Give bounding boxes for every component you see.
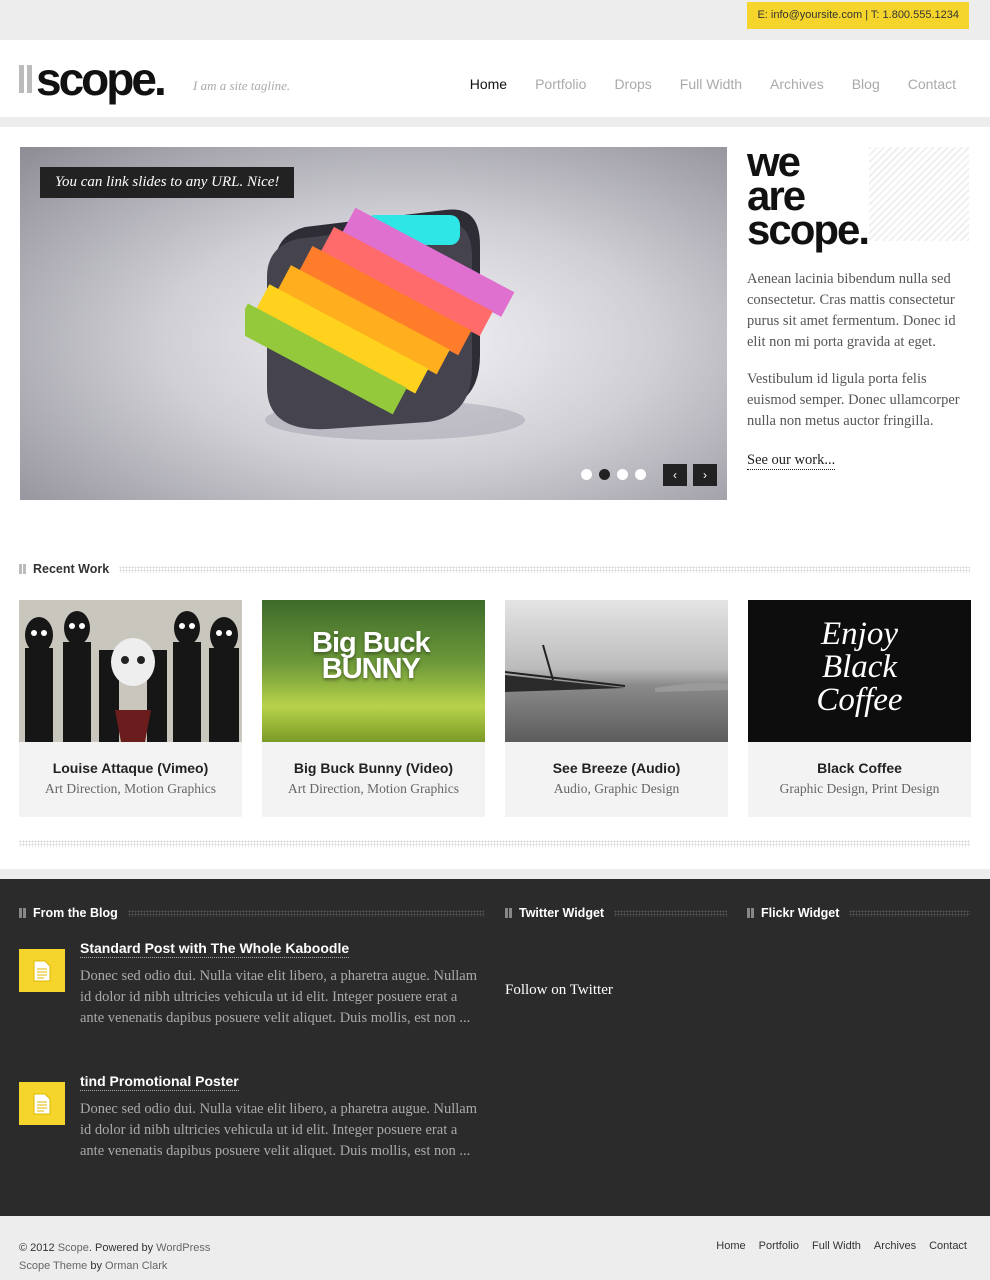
thumbnail-script-text: Enjoy Black Coffee xyxy=(816,616,903,718)
work-title: See Breeze (Audio) xyxy=(552,760,681,776)
theme-name: Scope Theme xyxy=(19,1260,88,1272)
widget-area: From the Blog Twitter Widget Flickr Widg… xyxy=(0,879,990,1216)
site-header: scope. I am a site tagline. Home Portfol… xyxy=(0,40,990,117)
nav-full-width[interactable]: Full Width xyxy=(680,76,742,92)
work-thumbnail xyxy=(19,600,242,742)
pier-illustration xyxy=(505,644,728,692)
dotted-divider xyxy=(119,565,970,573)
footer-nav: Home Portfolio Full Width Archives Conta… xyxy=(703,1240,967,1252)
footer-nav-full-width[interactable]: Full Width xyxy=(812,1240,861,1252)
heading-bars-icon xyxy=(505,908,512,918)
site-tagline: I am a site tagline. xyxy=(193,78,291,93)
footer-nav-contact[interactable]: Contact xyxy=(929,1240,967,1252)
twitter-widget-heading: Twitter Widget xyxy=(505,906,727,920)
work-title: Big Buck Bunny (Video) xyxy=(293,760,454,776)
slider-dot-active[interactable] xyxy=(599,469,610,480)
follow-on-twitter-link[interactable]: Follow on Twitter xyxy=(505,982,613,999)
dotted-divider xyxy=(127,909,484,917)
footer-nav-archives[interactable]: Archives xyxy=(874,1240,916,1252)
slider-next-button[interactable]: › xyxy=(693,464,717,486)
nav-portfolio[interactable]: Portfolio xyxy=(535,76,586,92)
site-link[interactable]: Scope xyxy=(58,1242,89,1254)
blog-widget-heading: From the Blog xyxy=(19,906,484,920)
dotted-divider xyxy=(849,909,970,917)
blog-post: tind Promotional Poster Donec sed odio d… xyxy=(19,1073,484,1162)
work-item[interactable]: Enjoy Black Coffee Black Coffee Graphic … xyxy=(748,600,971,817)
intro-title: we are scope. xyxy=(747,138,870,253)
site-footer: © 2012 Scope. Powered by WordPress Scope… xyxy=(0,1216,990,1280)
work-item[interactable]: See Breeze (Audio) Audio, Graphic Design xyxy=(505,600,728,817)
nav-archives[interactable]: Archives xyxy=(770,76,824,92)
work-title: Black Coffee xyxy=(817,760,902,776)
main-nav: Home Portfolio Drops Full Width Archives… xyxy=(442,76,956,92)
nav-home[interactable]: Home xyxy=(470,76,507,92)
flickr-widget-heading: Flickr Widget xyxy=(747,906,970,920)
blog-widget-title: From the Blog xyxy=(33,906,118,920)
work-tags: Graphic Design, Print Design xyxy=(779,781,940,796)
logo-bars-icon xyxy=(19,65,32,93)
slide-image xyxy=(245,207,525,440)
intro-block: we are scope. Aenean lacinia bibendum nu… xyxy=(747,141,969,470)
blog-post-title[interactable]: tind Promotional Poster xyxy=(80,1073,239,1091)
dotted-divider xyxy=(614,909,727,917)
slider-dot[interactable] xyxy=(635,469,646,480)
work-item[interactable]: Louise Attaque (Vimeo) Art Direction, Mo… xyxy=(19,600,242,817)
recent-work-grid: Louise Attaque (Vimeo) Art Direction, Mo… xyxy=(19,600,971,817)
heading-bars-icon xyxy=(747,908,754,918)
wordpress-link[interactable]: WordPress xyxy=(156,1242,210,1254)
see-our-work-link[interactable]: See our work... xyxy=(747,452,836,470)
heading-bars-icon xyxy=(19,908,26,918)
slider-prev-button[interactable]: ‹ xyxy=(663,464,687,486)
flickr-widget-title: Flickr Widget xyxy=(761,906,840,920)
nav-blog[interactable]: Blog xyxy=(852,76,880,92)
contact-info-badge: E: info@yoursite.com | T: 1.800.555.1234 xyxy=(747,2,969,29)
blog-post-excerpt: Donec sed odio dui. Nulla vitae elit lib… xyxy=(80,968,478,1026)
main-content: You can link slides to any URL. Nice! ‹ … xyxy=(0,127,990,869)
intro-header: we are scope. xyxy=(747,141,969,259)
document-icon xyxy=(19,949,65,992)
document-icon xyxy=(19,1082,65,1125)
work-item[interactable]: Big Buck BUNNY Big Buck Bunny (Video) Ar… xyxy=(262,600,485,817)
footer-nav-home[interactable]: Home xyxy=(716,1240,745,1252)
header-divider xyxy=(0,117,990,127)
blog-post-title[interactable]: Standard Post with The Whole Kaboodle xyxy=(80,940,350,958)
slide-caption: You can link slides to any URL. Nice! xyxy=(40,167,295,198)
work-tags: Audio, Graphic Design xyxy=(553,781,680,796)
intro-paragraph: Aenean lacinia bibendum nulla sed consec… xyxy=(747,271,956,350)
by-text: by xyxy=(90,1260,102,1272)
thumbnail-title-text: Big Buck BUNNY xyxy=(312,627,431,685)
work-tags: Art Direction, Motion Graphics xyxy=(288,781,459,796)
site-logo[interactable]: scope. xyxy=(19,53,167,105)
recent-work-heading: Recent Work xyxy=(19,562,970,576)
recent-work-title: Recent Work xyxy=(33,562,110,576)
heading-bars-icon xyxy=(19,564,26,574)
blog-post: Standard Post with The Whole Kaboodle Do… xyxy=(19,940,484,1029)
logo-text: scope. xyxy=(36,53,167,105)
powered-by-text: . Powered by xyxy=(88,1242,154,1254)
twitter-widget-title: Twitter Widget xyxy=(519,906,605,920)
slider-dot[interactable] xyxy=(617,469,628,480)
top-strip: E: info@yoursite.com | T: 1.800.555.1234 xyxy=(0,0,990,40)
work-tags: Art Direction, Motion Graphics xyxy=(45,781,216,796)
nav-contact[interactable]: Contact xyxy=(908,76,956,92)
author-link[interactable]: Orman Clark xyxy=(105,1260,167,1272)
footer-nav-portfolio[interactable]: Portfolio xyxy=(759,1240,799,1252)
image-slider[interactable]: You can link slides to any URL. Nice! ‹ … xyxy=(20,147,727,500)
work-thumbnail: Enjoy Black Coffee xyxy=(748,600,971,742)
copyright-text: © 2012 xyxy=(19,1242,55,1254)
blog-post-excerpt: Donec sed odio dui. Nulla vitae elit lib… xyxy=(80,1101,478,1159)
thumbnail-illustration xyxy=(19,600,242,742)
slider-dot[interactable] xyxy=(581,469,592,480)
nav-drops[interactable]: Drops xyxy=(614,76,651,92)
intro-paragraph: Vestibulum id ligula porta felis euismod… xyxy=(747,371,960,429)
work-thumbnail: Big Buck BUNNY xyxy=(262,600,485,742)
footer-credits: © 2012 Scope. Powered by WordPress Scope… xyxy=(19,1239,210,1275)
work-title: Louise Attaque (Vimeo) xyxy=(52,760,209,776)
dotted-divider xyxy=(19,840,970,847)
work-thumbnail xyxy=(505,600,728,742)
slider-pagination xyxy=(581,469,646,480)
